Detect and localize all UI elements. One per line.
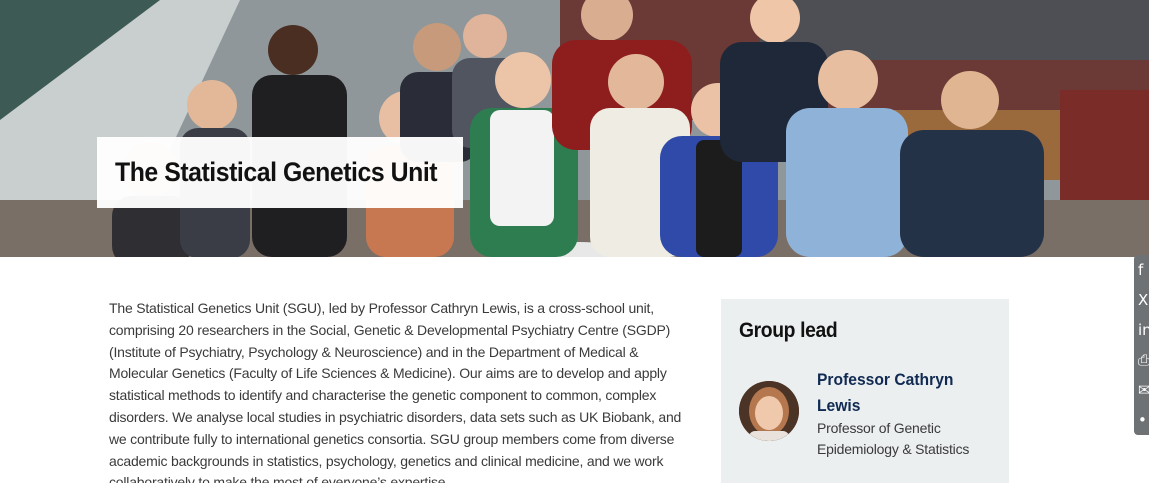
x-icon[interactable]: X [1138,289,1149,311]
group-lead-role: Professor of Genetic Epidemiology & Stat… [817,420,970,457]
share-bar: f X in ⎙ ✉ ••• [1134,255,1149,435]
print-icon[interactable]: ⎙ [1138,349,1149,371]
group-lead-heading: Group lead [739,319,838,342]
hero-banner: The Statistical Genetics Unit [0,0,1149,257]
intro-paragraph: The Statistical Genetics Unit (SGU), led… [109,300,682,483]
facebook-icon[interactable]: f [1138,259,1149,281]
linkedin-icon[interactable]: in [1138,319,1149,341]
avatar[interactable] [739,381,799,441]
group-lead-name-link[interactable]: Professor Cathryn Lewis [817,367,973,419]
page-title: The Statistical Genetics Unit [115,157,438,187]
email-icon[interactable]: ✉ [1138,379,1149,401]
more-icon[interactable]: ••• [1138,409,1149,431]
group-lead-card: Group lead Professor Cathryn Lewis Profe… [721,299,1009,483]
avatar-image [739,381,799,441]
hero-title-box: The Statistical Genetics Unit [97,137,463,208]
group-photo [0,0,1149,257]
